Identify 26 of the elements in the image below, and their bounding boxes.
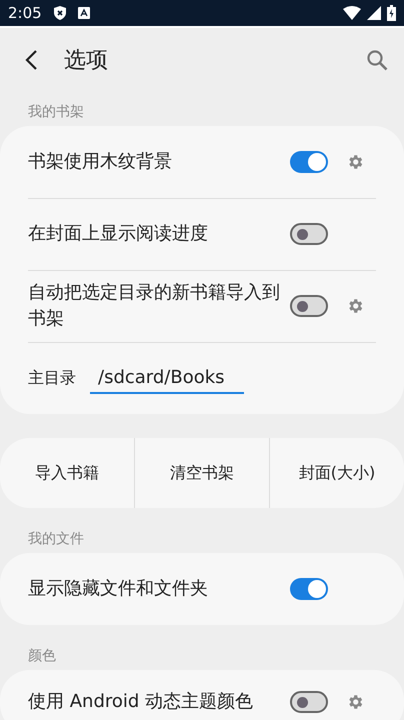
action-button[interactable]: 封面(大小) bbox=[269, 438, 404, 508]
battery-icon bbox=[387, 5, 396, 21]
toggle-switch[interactable] bbox=[290, 578, 328, 600]
toggle-switch[interactable] bbox=[290, 691, 328, 713]
page-title: 选项 bbox=[64, 47, 108, 75]
keyboard-icon bbox=[78, 7, 90, 19]
section-header: 我的书架 bbox=[27, 103, 85, 122]
directory-field[interactable]: /sdcard/Books bbox=[90, 362, 244, 394]
section-header: 颜色 bbox=[27, 647, 57, 666]
action-button[interactable]: 清空书架 bbox=[134, 438, 269, 508]
toggle-switch[interactable] bbox=[290, 223, 328, 245]
search-icon[interactable] bbox=[366, 49, 388, 71]
wifi-icon bbox=[343, 6, 361, 20]
setting-label: 自动把选定目录的新书籍导入到书架 bbox=[28, 281, 281, 331]
shield-icon bbox=[54, 6, 66, 20]
field-label: 主目录 bbox=[28, 368, 76, 388]
signal-icon bbox=[367, 6, 381, 20]
setting-label: 书架使用木纹背景 bbox=[28, 150, 173, 174]
clock: 2:05 bbox=[8, 4, 42, 22]
action-button[interactable]: 导入书籍 bbox=[0, 438, 134, 508]
setting-label: 在封面上显示阅读进度 bbox=[28, 222, 209, 246]
setting-label: 显示隐藏文件和文件夹 bbox=[28, 577, 209, 601]
setting-label: 使用 Android 动态主题颜色 bbox=[28, 690, 254, 714]
toggle-switch[interactable] bbox=[290, 151, 328, 173]
section-header: 我的文件 bbox=[27, 530, 85, 549]
toggle-switch[interactable] bbox=[290, 295, 328, 317]
